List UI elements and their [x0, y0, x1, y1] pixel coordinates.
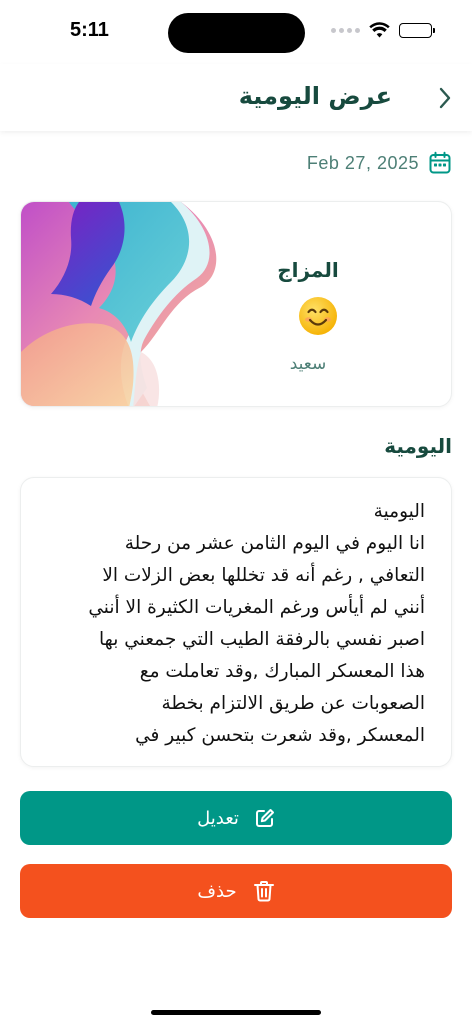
- delete-button-label: حذف: [197, 880, 237, 902]
- status-bar: 5:11: [0, 0, 472, 64]
- calendar-icon: [429, 151, 451, 174]
- diary-line: اليومية: [373, 501, 425, 522]
- status-icons: [331, 22, 435, 38]
- status-time: 5:11: [70, 19, 109, 41]
- diary-line: أنني لم أيأس ورغم المغريات الكثيرة الا أ…: [88, 597, 425, 618]
- nav-header: عرض اليومية: [0, 64, 472, 131]
- mood-artwork: [21, 202, 226, 406]
- mood-title: المزاج: [277, 258, 339, 282]
- dynamic-island: [168, 13, 305, 53]
- wifi-icon: [369, 22, 390, 38]
- mood-label: سعيد: [289, 354, 327, 374]
- signal-dots-icon: [331, 27, 360, 33]
- smiling-face-icon: [299, 297, 337, 335]
- diary-view-screen: 5:11 عرض اليومية Feb 27, 2025 المزاج سعي…: [0, 0, 472, 1024]
- edit-button-label: تعديل: [197, 807, 239, 829]
- mood-card: المزاج سعيد: [20, 201, 452, 407]
- chevron-icon: [439, 87, 451, 109]
- battery-icon: [399, 22, 435, 38]
- diary-line: انا اليوم في اليوم الثامن عشر من رحلة: [124, 533, 425, 554]
- diary-section-title: اليومية: [384, 434, 452, 458]
- edit-button[interactable]: تعديل: [20, 791, 452, 845]
- diary-line: الصعوبات عن طريق الالتزام بخطة: [161, 693, 425, 714]
- back-button[interactable]: [432, 84, 458, 112]
- pencil-square-icon: [255, 809, 274, 827]
- entry-date: Feb 27, 2025: [307, 151, 452, 175]
- diary-line: المعسكر ,وقد شعرت بتحسن كبير في: [135, 725, 425, 746]
- diary-text: اليومية انا اليوم في اليوم الثامن عشر من…: [88, 496, 425, 752]
- delete-button[interactable]: حذف: [20, 864, 452, 918]
- diary-line: التعافي , رغم أنه قد تخللها بعض الزلات ا…: [102, 565, 425, 586]
- page-title: عرض اليومية: [238, 82, 392, 110]
- diary-line: هذا المعسكر المبارك ,وقد تعاملت مع: [139, 661, 425, 682]
- trash-icon: [253, 881, 274, 902]
- diary-card: اليومية انا اليوم في اليوم الثامن عشر من…: [20, 477, 452, 767]
- home-indicator[interactable]: [151, 1010, 321, 1015]
- diary-line: اصبر نفسي بالرفقة الطيب التي جمعني بها: [99, 629, 425, 650]
- entry-date-text: Feb 27, 2025: [306, 152, 419, 173]
